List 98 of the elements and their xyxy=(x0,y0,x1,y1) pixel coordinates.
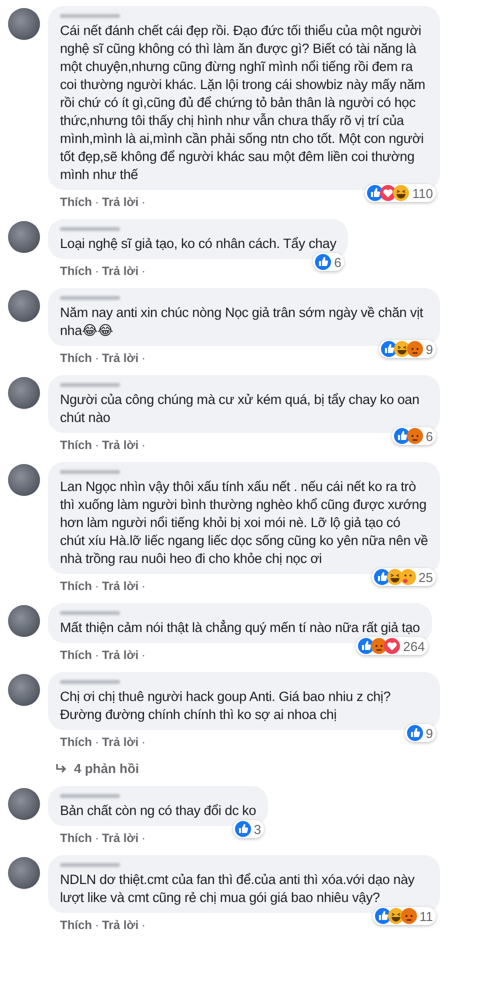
action-link[interactable]: Thích xyxy=(60,351,92,365)
avatar[interactable] xyxy=(8,221,40,253)
reaction-badge[interactable]: 11 xyxy=(372,907,436,925)
action-link[interactable]: Trả lời xyxy=(102,579,139,593)
comment-text: Người của công chúng mà cư xử kém quá, bị tẩy chay ko oan chút nào xyxy=(60,391,420,427)
like-icon xyxy=(394,428,410,444)
blurred-name xyxy=(60,470,120,474)
action-link[interactable]: Thích xyxy=(60,438,92,452)
action-link[interactable]: Trả lời xyxy=(102,648,139,662)
like-icon xyxy=(406,725,423,741)
reaction-badge[interactable]: 110 xyxy=(365,184,436,202)
reaction-badge[interactable]: 6 xyxy=(392,427,436,445)
separator-dot: · xyxy=(142,735,146,749)
angry-face-icon xyxy=(406,428,423,444)
action-link[interactable]: Thích xyxy=(60,918,92,932)
action-link[interactable]: Thích xyxy=(60,648,92,662)
avatar[interactable] xyxy=(8,788,40,820)
avatar[interactable] xyxy=(8,290,40,322)
comment-text: Chị ơi chị thuê người hack goup Anti. Giá bao nhiu z chị? Đường đường chính chính thì ko sợ ai nhoa chị xyxy=(60,688,392,724)
laughing-face-icon xyxy=(388,908,404,924)
separator-dot: · xyxy=(142,579,146,593)
blurred-name xyxy=(60,296,120,300)
separator-dot: · xyxy=(95,264,99,278)
reaction-badge[interactable]: 6 xyxy=(313,253,344,271)
blurred-name xyxy=(60,680,120,684)
blurred-name xyxy=(60,227,120,231)
action-link[interactable]: Trả lời xyxy=(102,831,139,845)
blurred-name xyxy=(60,794,120,798)
separator-dot: · xyxy=(142,264,146,278)
action-link[interactable]: Thích xyxy=(60,195,92,209)
action-link[interactable]: Trả lời xyxy=(102,438,139,452)
comment-text: Lan Ngọc nhìn vậy thôi xấu tính xấu nết . nếu cái nết ko ra trò thì xuống làm người bình thường nghèo khổ cũng được xướng hơn làm người nổi tiếng khỏi bị xoi mói nè. Lỡ lộ giả tạo có chút xíu Hà.lỡ liếc ngang liếc dọc sống cũng ko yên nữa nên về nhà trồng rau nuôi heo đi cho khỏe chị nọc ơi xyxy=(60,478,428,568)
reaction-count: 6 xyxy=(426,428,433,444)
reaction-count: 9 xyxy=(426,342,433,356)
separator-dot: · xyxy=(142,918,146,932)
avatar[interactable] xyxy=(8,8,40,40)
separator-dot: · xyxy=(95,918,99,932)
comment-text: Bản chất còn ng có thay đổi dc ko xyxy=(60,802,256,820)
laughing-face-icon xyxy=(393,185,410,201)
reaction-badge[interactable]: 9 xyxy=(404,724,436,742)
blurred-name xyxy=(60,863,120,867)
like-icon xyxy=(380,341,397,357)
like-icon xyxy=(374,569,390,585)
action-link[interactable]: Trả lời xyxy=(102,351,139,365)
reaction-count: 11 xyxy=(420,908,433,924)
action-link[interactable]: Trả lời xyxy=(102,195,139,209)
reaction-count: 3 xyxy=(254,822,262,836)
separator-dot: · xyxy=(95,831,99,845)
separator-dot: · xyxy=(95,735,99,749)
laughing-face-icon xyxy=(386,569,403,585)
separator-dot: · xyxy=(95,648,99,662)
reaction-badge[interactable]: 25 xyxy=(372,568,436,586)
like-icon xyxy=(374,908,390,924)
separator-dot: · xyxy=(142,438,146,452)
avatar[interactable] xyxy=(8,857,40,889)
laughing-face-icon xyxy=(394,341,410,357)
action-link[interactable]: Thích xyxy=(60,831,92,845)
avatar[interactable] xyxy=(8,605,40,637)
angry-face-icon xyxy=(400,908,416,924)
blurred-name xyxy=(60,383,120,387)
separator-dot: · xyxy=(95,579,99,593)
comment-text: Mất thiện cảm nói thật là chẳng quý mến tí nào nữa rất giả tạo xyxy=(60,619,420,637)
action-link[interactable]: Trả lời xyxy=(102,264,139,278)
action-link[interactable]: Thích xyxy=(60,735,92,749)
comment-text: Năm nay anti xin chúc nòng Nọc giả trân sớm ngày về chăn vịt nha😂😂 xyxy=(60,304,424,340)
separator-dot: · xyxy=(142,351,146,365)
comment-text: Loại nghệ sĩ giả tạo, ko có nhân cách. Tẩy chay xyxy=(60,235,336,253)
action-link[interactable]: Trả lời xyxy=(102,918,139,932)
avatar[interactable] xyxy=(8,377,40,409)
reaction-count: 25 xyxy=(418,570,433,584)
reaction-count: 264 xyxy=(403,638,425,654)
separator-dot: · xyxy=(142,648,146,662)
separator-dot: · xyxy=(142,195,146,209)
replies-link[interactable]: 4 phản hồi xyxy=(74,761,139,776)
reaction-count: 9 xyxy=(426,726,433,740)
separator-dot: · xyxy=(142,831,146,845)
like-icon xyxy=(234,821,251,837)
action-link[interactable]: Thích xyxy=(60,579,92,593)
comment-text: NDLN dơ thiệt.cmt của fan thì để.của anti thì xóa.với dạo này lượt like và cmt cũng rẻ chị mua gói giá bao nhiêu vậy? xyxy=(60,871,416,907)
like-icon xyxy=(315,254,332,270)
hugging-face-icon xyxy=(400,569,416,585)
comment-text: Cái nết đánh chết cái đẹp rồi. Đạo đức tối thiểu của một người nghệ sĩ cũng không có thì làm ăn được gì? Biết có tài năng là một chuyện,nhưng cũng đừng nghĩ mình nổi tiếng rồi đem ra coi thường người khác. Lặn lội trong cái showbiz này mấy năm rồi chứ có ít gì,cũng đủ để chứng tỏ bản thân là người có học thức,nhưng tôi thấy chị hình như vẫn chưa thấy rõ vị trí của mình,mình là ai,mình cần phải sống ntn cho tốt. Một con người tốt đẹp,sẽ không để người khác sau một đêm liền coi thường mình như thế xyxy=(60,22,426,184)
avatar[interactable] xyxy=(8,674,40,706)
blurred-name xyxy=(60,611,120,615)
action-link[interactable]: Thích xyxy=(60,264,92,278)
separator-dot: · xyxy=(95,438,99,452)
reply-arrow-icon xyxy=(56,764,68,774)
avatar[interactable] xyxy=(8,464,40,496)
angry-face-icon xyxy=(406,341,423,357)
reaction-count: 6 xyxy=(334,254,342,270)
separator-dot: · xyxy=(95,351,99,365)
reaction-badge[interactable]: 3 xyxy=(232,820,264,838)
reaction-count: 110 xyxy=(412,186,433,200)
reaction-badge[interactable]: 9 xyxy=(378,340,436,358)
action-link[interactable]: Trả lời xyxy=(102,735,139,749)
separator-dot: · xyxy=(95,195,99,209)
blurred-name xyxy=(60,14,120,18)
reaction-badge[interactable]: 264 xyxy=(356,637,428,655)
